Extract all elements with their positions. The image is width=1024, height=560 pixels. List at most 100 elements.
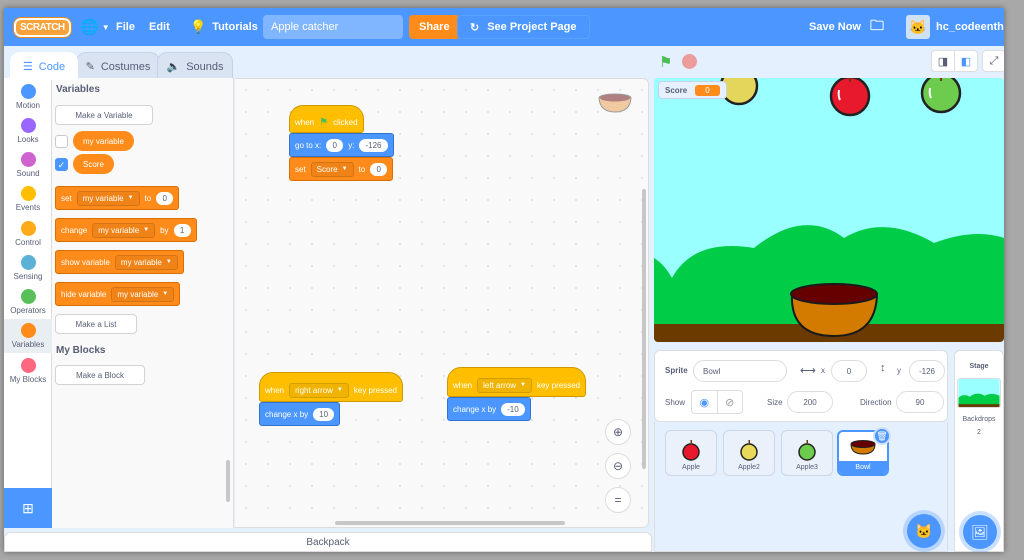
when-left-arrow-pressed-block[interactable]: when left arrow ▼ key pressed bbox=[447, 367, 587, 397]
variable-dropdown[interactable]: my variable ▼ bbox=[76, 190, 140, 206]
set-score-block[interactable]: set Score ▼ to 0 bbox=[289, 157, 394, 181]
variable-dropdown[interactable]: my variable ▼ bbox=[111, 286, 175, 302]
value-input[interactable]: 1 bbox=[173, 223, 191, 237]
edit-menu[interactable]: Edit bbox=[149, 8, 170, 46]
palette-scrollbar[interactable] bbox=[226, 460, 230, 502]
key-dropdown[interactable]: left arrow ▼ bbox=[477, 377, 532, 393]
my-stuff-folder-icon[interactable]: 🗀 bbox=[870, 8, 884, 46]
tutorials-button[interactable]: 💡 Tutorials bbox=[190, 8, 258, 46]
when-flag-clicked-block[interactable]: when ⚑ clicked bbox=[289, 105, 364, 133]
value-input[interactable]: 0 bbox=[156, 191, 174, 205]
variable-dropdown[interactable]: my variable ▼ bbox=[114, 254, 178, 270]
small-stage-button[interactable]: ◨ bbox=[931, 50, 955, 72]
vertical-arrows-icon: ↕ bbox=[880, 362, 886, 374]
show-variable-block[interactable]: show variable my variable ▼ bbox=[55, 250, 184, 274]
normal-stage-button[interactable]: ◧ bbox=[954, 50, 978, 72]
account-menu[interactable]: hc_codeenthu▼ bbox=[936, 8, 1004, 46]
score-checkbox[interactable]: ✓ bbox=[55, 158, 68, 171]
workspace-horizontal-scrollbar[interactable] bbox=[335, 521, 565, 525]
category-sound[interactable]: Sound bbox=[4, 148, 52, 182]
change-x-block[interactable]: change x by -10 bbox=[447, 397, 531, 421]
size-input[interactable]: 200 bbox=[787, 391, 833, 413]
sprite-list: Apple Apple2 Apple3 Bowl 🗑 🐱 bbox=[654, 422, 948, 552]
reset-zoom-button[interactable]: = bbox=[605, 487, 631, 513]
make-block-button[interactable]: Make a Block bbox=[55, 365, 145, 385]
category-events[interactable]: Events bbox=[4, 182, 52, 216]
show-visible-eye-icon[interactable]: ◉ bbox=[692, 391, 717, 413]
see-project-page-button[interactable]: ↻ See Project Page bbox=[457, 15, 590, 39]
variable-dropdown[interactable]: my variable ▼ bbox=[92, 222, 156, 238]
project-title-input[interactable] bbox=[263, 15, 403, 39]
my-variable-reporter[interactable]: my variable bbox=[73, 131, 134, 151]
sprite-name: Apple bbox=[682, 464, 700, 471]
category-label: Operators bbox=[10, 306, 46, 315]
dropdown-value: my variable bbox=[117, 289, 159, 299]
category-variables[interactable]: Variables bbox=[4, 319, 52, 353]
go-to-xy-block[interactable]: go to x: 0 y: -126 bbox=[289, 133, 394, 157]
image-plus-icon: 🖼 bbox=[971, 523, 989, 540]
hide-variable-block[interactable]: hide variable my variable ▼ bbox=[55, 282, 181, 306]
x-position-input[interactable]: 0 bbox=[831, 360, 867, 382]
category-looks[interactable]: Looks bbox=[4, 114, 52, 148]
category-operators[interactable]: Operators bbox=[4, 285, 52, 319]
block-text: change bbox=[61, 225, 88, 235]
change-variable-block[interactable]: change my variable ▼ by 1 bbox=[55, 218, 197, 242]
block-text: show variable bbox=[61, 257, 110, 267]
zoom-out-button[interactable]: ⊖ bbox=[605, 453, 631, 479]
workspace-vertical-scrollbar[interactable] bbox=[642, 189, 646, 469]
stop-button[interactable] bbox=[682, 54, 697, 69]
category-motion[interactable]: Motion bbox=[4, 80, 52, 114]
value-input[interactable]: -10 bbox=[501, 402, 525, 416]
stage-canvas[interactable]: Score 0 bbox=[654, 78, 1004, 342]
category-sensing[interactable]: Sensing bbox=[4, 251, 52, 285]
score-reporter[interactable]: Score bbox=[73, 154, 114, 174]
delete-sprite-button[interactable]: 🗑 bbox=[873, 427, 891, 445]
tab-sounds[interactable]: 🔈 Sounds bbox=[157, 52, 233, 80]
language-menu[interactable]: 🌐 ▼ bbox=[80, 8, 110, 46]
editor-tabs: ☰ Code ✎ Costumes 🔈 Sounds bbox=[4, 46, 244, 80]
user-avatar[interactable]: 🐱 bbox=[906, 15, 930, 39]
category-control[interactable]: Control bbox=[4, 217, 52, 251]
variable-dropdown[interactable]: Score ▼ bbox=[310, 161, 354, 177]
change-x-block[interactable]: change x by 10 bbox=[259, 402, 341, 426]
sprite-name-input[interactable]: Bowl bbox=[693, 360, 787, 382]
when-right-arrow-pressed-block[interactable]: when right arrow ▼ key pressed bbox=[259, 372, 404, 402]
make-list-button[interactable]: Make a List bbox=[55, 314, 137, 334]
value-input[interactable]: 0 bbox=[370, 162, 388, 176]
green-flag-button[interactable]: ⚑ bbox=[659, 53, 672, 71]
menu-bar: SCRATCH 🌐▼ File Edit 💡 Tutorials Share ↻ S… bbox=[4, 8, 1004, 46]
share-button[interactable]: Share bbox=[409, 15, 460, 39]
globe-icon: 🌐 bbox=[80, 19, 99, 36]
backpack[interactable]: Backpack bbox=[4, 532, 652, 552]
y-position-input[interactable]: -126 bbox=[909, 360, 945, 382]
category-label: Looks bbox=[17, 135, 39, 144]
zoom-in-button[interactable]: ⊕ bbox=[605, 419, 631, 445]
category-my-blocks[interactable]: My Blocks bbox=[4, 354, 52, 388]
code-icon: ☰ bbox=[22, 61, 33, 73]
save-now-button[interactable]: Save Now bbox=[809, 8, 861, 46]
stage-selector-panel[interactable]: Stage Backdrops 2 🖼 bbox=[954, 350, 1004, 552]
x-input[interactable]: 0 bbox=[326, 138, 344, 152]
hide-eye-slash-icon[interactable]: ⊘ bbox=[716, 391, 743, 413]
add-extension-button[interactable]: ⊞ bbox=[4, 488, 52, 528]
tab-costumes[interactable]: ✎ Costumes bbox=[76, 52, 160, 80]
score-monitor[interactable]: Score 0 bbox=[658, 81, 727, 99]
key-dropdown[interactable]: right arrow ▼ bbox=[289, 382, 349, 398]
sprite-tile-apple[interactable]: Apple bbox=[665, 430, 717, 476]
sprite-tile-apple2[interactable]: Apple2 bbox=[723, 430, 775, 476]
sprite-tile-apple3[interactable]: Apple3 bbox=[781, 430, 833, 476]
tab-code[interactable]: ☰ Code bbox=[10, 52, 78, 80]
my-variable-checkbox[interactable] bbox=[55, 135, 68, 148]
fullscreen-button[interactable]: ⤢ bbox=[982, 50, 1004, 72]
file-menu[interactable]: File bbox=[116, 8, 135, 46]
code-workspace[interactable]: when ⚑ clicked go to x: 0 y: -126 set Sc… bbox=[235, 78, 649, 528]
make-variable-button[interactable]: Make a Variable bbox=[55, 105, 153, 125]
set-variable-block[interactable]: set my variable ▼ to 0 bbox=[55, 186, 180, 210]
choose-sprite-button[interactable]: 🐱 bbox=[907, 514, 941, 548]
scratch-logo[interactable]: SCRATCH bbox=[14, 8, 71, 46]
choose-backdrop-button[interactable]: 🖼 bbox=[963, 515, 997, 549]
value-input[interactable]: 10 bbox=[313, 407, 335, 421]
username: hc_codeenthu bbox=[936, 21, 1004, 33]
y-input[interactable]: -126 bbox=[359, 138, 388, 152]
direction-input[interactable]: 90 bbox=[896, 391, 944, 413]
